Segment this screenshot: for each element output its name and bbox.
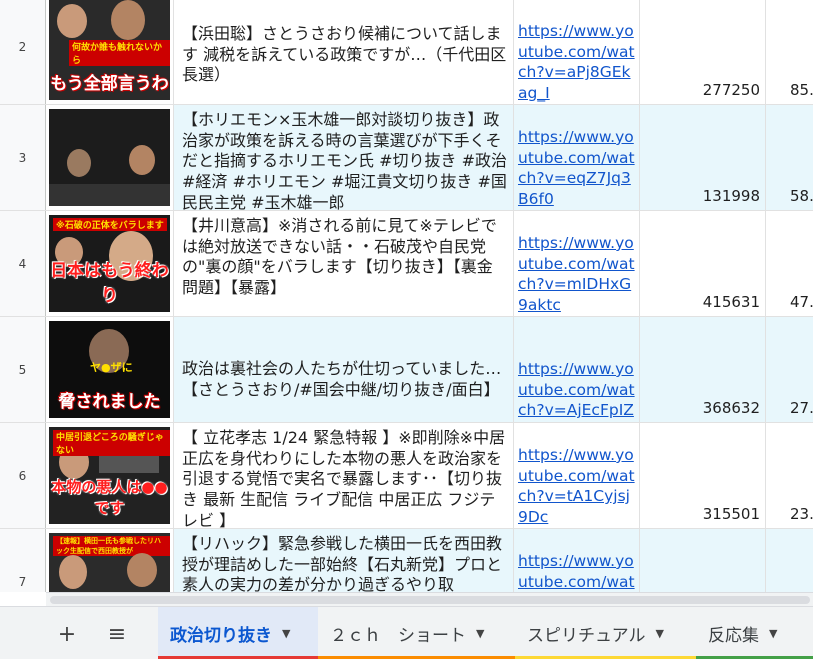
views-cell[interactable]: 415631 [640,211,766,316]
row-number[interactable]: 3 [0,105,46,210]
table-row[interactable]: 3 【ホリエモン×玉木雄一郎対談切り抜き】政治家が政策を訴える時の言葉選びが下手… [0,105,813,211]
thumbnail-cell[interactable]: ※石破の正体をバラします 日本はもう終わり [46,211,174,316]
video-thumbnail [49,109,170,206]
video-title-cell[interactable]: 【ホリエモン×玉木雄一郎対談切り抜き】政治家が政策を訴える時の言葉選びが下手くそ… [174,105,514,210]
video-url-link[interactable]: https://www.youtube.com/watch?v=eqZ7Jq3B… [518,127,635,209]
rate-cell[interactable]: 47. [766,211,813,316]
thumbnail-cell[interactable] [46,105,174,210]
rate-cell[interactable]: 85. [766,0,813,104]
spreadsheet-grid[interactable]: 2 何故か誰も触れないから もう全部言うわ 【浜田聡】さとうさおり候補について話… [0,0,813,592]
video-url-link[interactable]: https://www.youtube.com/watch?v=aPj8GEka… [518,21,635,103]
thumbnail-cell[interactable]: 【速報】横田一氏も参戦したリハック生配信で西田教授が [46,529,174,592]
video-thumbnail: 何故か誰も触れないから もう全部言うわ [49,0,170,100]
views-cell[interactable]: 368632 [640,317,766,422]
table-row[interactable]: 5 ヤ●ザに 脅されました 政治は裏社会の人たちが仕切っていました…【さとうさお… [0,317,813,423]
video-url-cell[interactable]: https://www.youtube.com/watch [514,529,640,592]
video-thumbnail: ヤ●ザに 脅されました [49,321,170,418]
video-title-cell[interactable]: 【井川意高】※消される前に見て※テレビでは絶対放送できない話・・石破茂や自民党の… [174,211,514,316]
thumbnail-cell[interactable]: ヤ●ザに 脅されました [46,317,174,422]
row-number[interactable]: 2 [0,0,46,104]
video-url-link[interactable]: https://www.youtube.com/watch?v=AjEcFpIZ… [518,359,635,422]
video-url-link[interactable]: https://www.youtube.com/watch?v=tA1Cyjsj… [518,445,635,527]
horizontal-scrollbar[interactable] [46,592,813,606]
scrollbar-thumb[interactable] [50,596,810,604]
table-row[interactable]: 4 ※石破の正体をバラします 日本はもう終わり 【井川意高】※消される前に見て※… [0,211,813,317]
table-row[interactable]: 6 中居引退どころの騒ぎじゃない 本物の悪人は●●です 【 立花孝志 1/24 … [0,423,813,529]
rate-cell[interactable]: 27. [766,317,813,422]
thumbnail-cell[interactable]: 中居引退どころの騒ぎじゃない 本物の悪人は●●です [46,423,174,528]
row-number[interactable]: 7 [0,529,46,592]
views-cell[interactable] [640,529,766,592]
video-url-cell[interactable]: https://www.youtube.com/watch?v=aPj8GEka… [514,0,640,104]
video-title-cell[interactable]: 【リハック】緊急参戦した横田一氏を西田教授が理詰めした一部始終【石丸新党】プロと… [174,529,514,592]
table-row[interactable]: 2 何故か誰も触れないから もう全部言うわ 【浜田聡】さとうさおり候補について話… [0,0,813,105]
thumbnail-caption: 脅されました [58,392,161,412]
row-number[interactable]: 5 [0,317,46,422]
video-thumbnail: ※石破の正体をバラします 日本はもう終わり [49,215,170,312]
views-cell[interactable]: 315501 [640,423,766,528]
video-url-cell[interactable]: https://www.youtube.com/watch?v=tA1Cyjsj… [514,423,640,528]
all-sheets-menu-button[interactable]: ≡ [102,619,132,649]
thumbnail-caption: 本物の悪人は●●です [51,478,168,517]
views-cell[interactable]: 277250 [640,0,766,104]
video-url-link[interactable]: https://www.youtube.com/watch?v=mIDHxG9a… [518,233,635,315]
chevron-down-icon[interactable]: ▼ [656,627,664,640]
video-title-cell[interactable]: 政治は裏社会の人たちが仕切っていました…【さとうさおり/#国会中継/切り抜き/面… [174,317,514,422]
video-thumbnail: 中居引退どころの騒ぎじゃない 本物の悪人は●●です [49,427,170,524]
video-title-cell[interactable]: 【浜田聡】さとうさおり候補について話します 減税を訴えている政策ですが…（千代田… [174,0,514,104]
video-thumbnail: 【速報】横田一氏も参戦したリハック生配信で西田教授が [49,533,170,592]
sheet-tab-bar: + ≡ 政治切り抜き ▼ ２ｃｈ ショート ▼ スピリチュアル ▼ 反応集 ▼ [0,606,813,659]
chevron-down-icon[interactable]: ▼ [282,627,290,640]
tab-2ch-short[interactable]: ２ｃｈ ショート ▼ [318,607,515,659]
table-row[interactable]: 7 【速報】横田一氏も参戦したリハック生配信で西田教授が 【リハック】緊急参戦し… [0,529,813,592]
video-url-cell[interactable]: https://www.youtube.com/watch?v=mIDHxG9a… [514,211,640,316]
tab-spiritual[interactable]: スピリチュアル ▼ [515,607,696,659]
chevron-down-icon[interactable]: ▼ [769,627,777,640]
views-cell[interactable]: 131998 [640,105,766,210]
row-number[interactable]: 6 [0,423,46,528]
rate-cell[interactable] [766,529,813,592]
row-number[interactable]: 4 [0,211,46,316]
add-sheet-button[interactable]: + [52,619,82,649]
tab-hannou-shuu[interactable]: 反応集 ▼ [696,607,813,659]
thumbnail-cell[interactable]: 何故か誰も触れないから もう全部言うわ [46,0,174,104]
video-title-cell[interactable]: 【 立花孝志 1/24 緊急特報 】※即削除※中居正広を身代わりにした本物の悪人… [174,423,514,528]
video-url-link[interactable]: https://www.youtube.com/watch [518,551,635,592]
video-url-cell[interactable]: https://www.youtube.com/watch?v=eqZ7Jq3B… [514,105,640,210]
rate-cell[interactable]: 58. [766,105,813,210]
tab-seiji-kirinuki[interactable]: 政治切り抜き ▼ [158,607,318,659]
chevron-down-icon[interactable]: ▼ [476,627,484,640]
thumbnail-caption: もう全部言うわ [50,74,169,94]
video-url-cell[interactable]: https://www.youtube.com/watch?v=AjEcFpIZ… [514,317,640,422]
rate-cell[interactable]: 23. [766,423,813,528]
thumbnail-caption: 日本はもう終わり [50,261,169,306]
